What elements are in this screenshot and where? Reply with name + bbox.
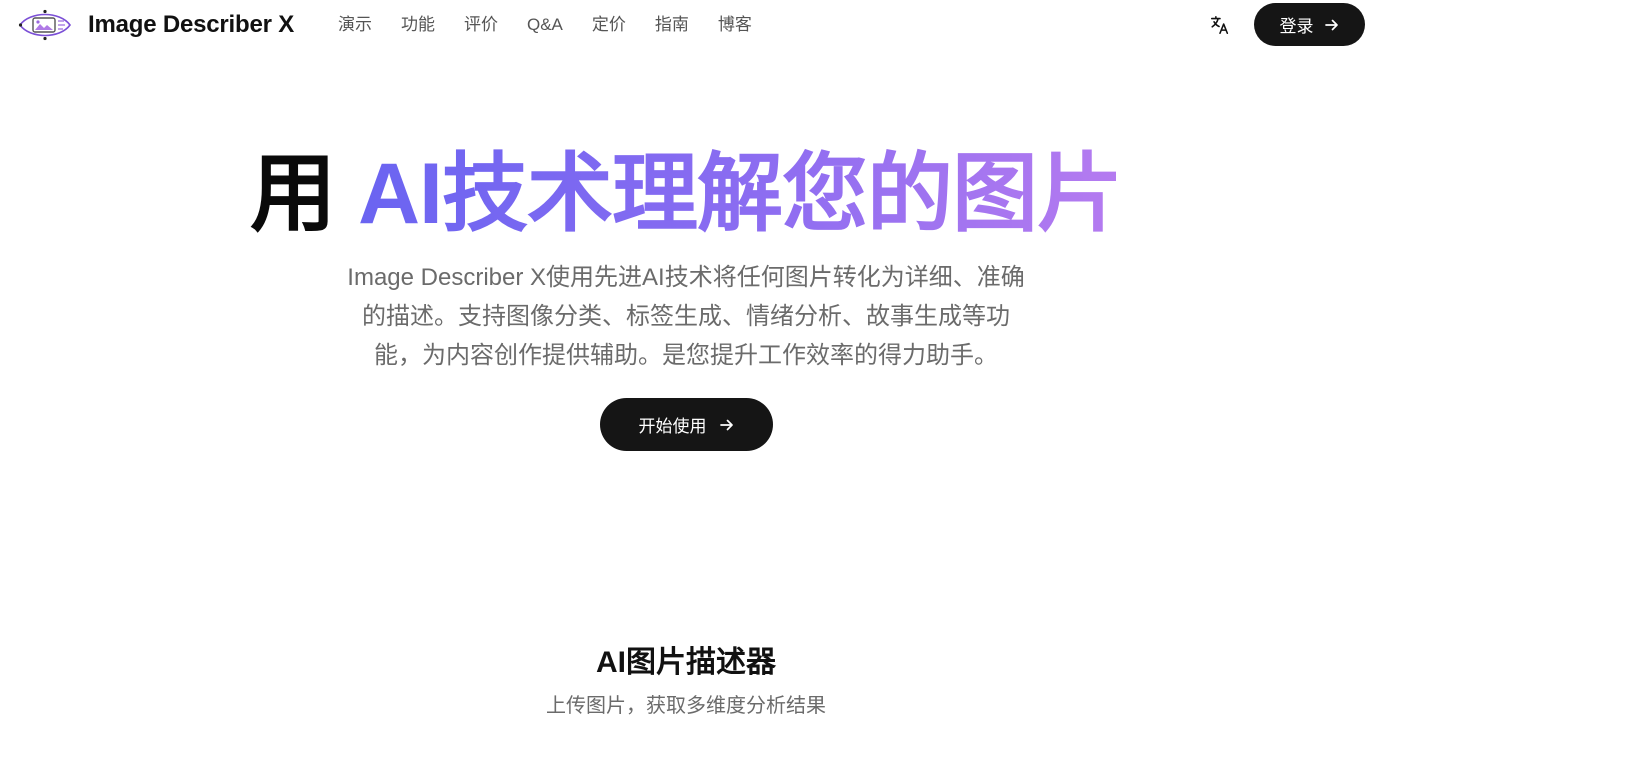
login-button[interactable]: 登录 [1254,3,1365,46]
main-nav: 演示 功能 评价 Q&A 定价 指南 博客 [338,13,781,37]
hero-title-highlight: AI技术理解您的图片 [357,146,1123,242]
hero-title: 用 AI技术理解您的图片 [0,144,1372,244]
login-button-label: 登录 [1279,17,1314,36]
nav-link-features[interactable]: 功能 [401,13,435,37]
hero-description: Image Describer X使用先进AI技术将任何图片转化为详细、准确的描… [347,264,1025,369]
section-subtitle: 上传图片，获取多维度分析结果 [546,695,826,717]
nav-link-demo[interactable]: 演示 [338,13,372,37]
brand-logo-link[interactable]: Image Describer X [18,6,294,44]
nav-link-pricing[interactable]: 定价 [592,13,626,37]
translate-icon [1210,15,1229,35]
arrow-right-icon [1324,17,1340,33]
nav-link-reviews[interactable]: 评价 [464,13,498,37]
section-title: AI图片描述器 [596,646,776,679]
language-switch-button[interactable] [1206,13,1234,37]
top-nav: Image Describer X 演示 功能 评价 Q&A 定价 指南 博客 … [0,0,1628,50]
nav-link-blog[interactable]: 博客 [718,13,752,37]
arrow-right-icon [719,417,735,433]
get-started-label: 开始使用 [638,417,707,436]
get-started-button[interactable]: 开始使用 [600,398,773,451]
hero-title-plain: 用 [250,146,358,242]
nav-link-qa[interactable]: Q&A [527,13,563,37]
brand-name: Image Describer X [88,11,295,38]
eye-image-logo-icon [18,9,71,41]
nav-link-guide[interactable]: 指南 [655,13,689,37]
